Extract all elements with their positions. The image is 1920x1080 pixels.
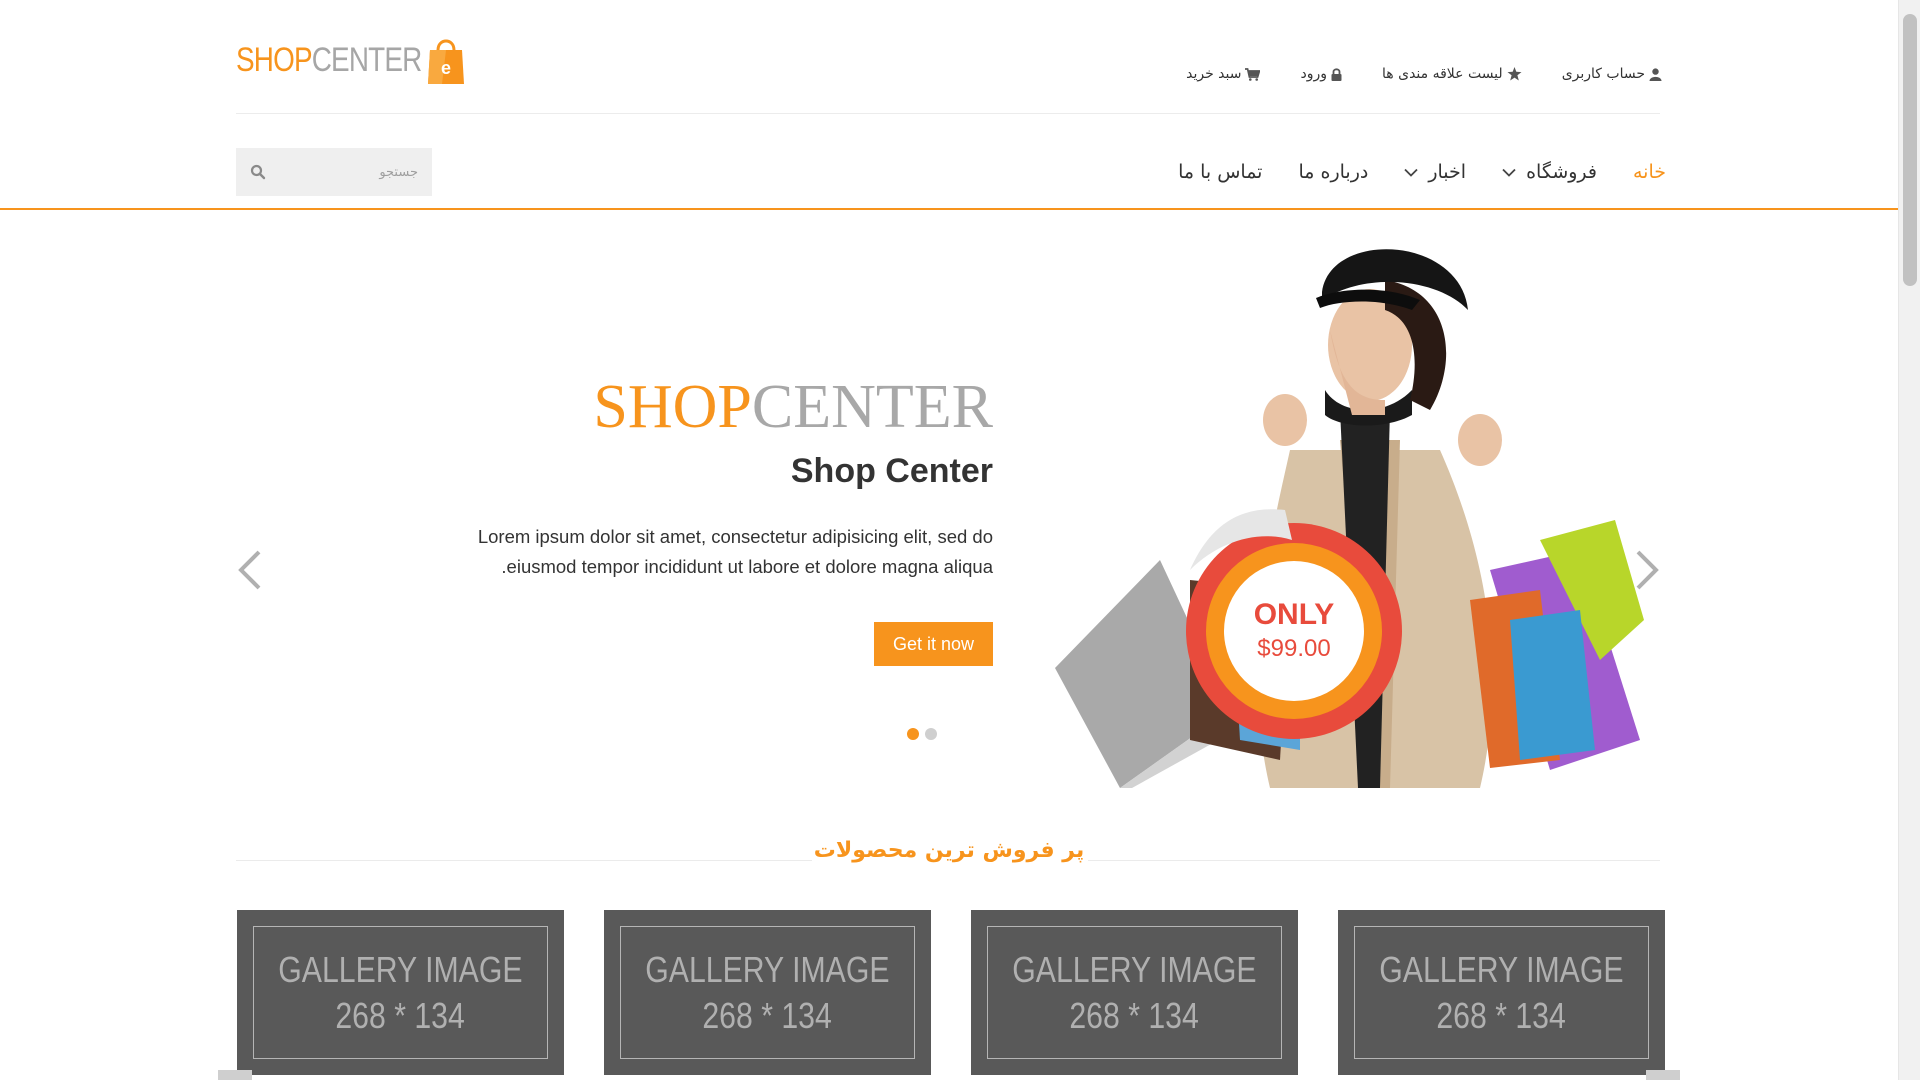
star-icon <box>1507 67 1522 81</box>
nav-label-news: اخبار <box>1428 161 1467 183</box>
login-label: ورود <box>1300 66 1328 82</box>
product-card[interactable]: GALLERY IMAGE 268 * 134 <box>604 910 931 1075</box>
nav-item-home[interactable]: خانه <box>1633 161 1666 183</box>
site-logo[interactable]: SHOPCENTER e <box>236 34 464 86</box>
nav-divider <box>0 208 1898 210</box>
gallery-image-placeholder: GALLERY IMAGE 268 * 134 <box>987 926 1282 1059</box>
logo-shop-text: SHOP <box>236 40 313 79</box>
gallery-placeholder-size: 268 * 134 <box>1069 994 1200 1036</box>
gallery-placeholder-size: 268 * 134 <box>702 994 833 1036</box>
best-sellers-gallery: GALLERY IMAGE 268 * 134 GALLERY IMAGE 26… <box>237 910 1665 1075</box>
wishlist-link[interactable]: لیست علاقه مندی ها <box>1382 66 1522 82</box>
section-rule-left <box>236 860 812 861</box>
logo-badge-letter: e <box>441 58 451 78</box>
best-sellers-title: پر فروش ترین محصولات <box>813 838 1085 863</box>
account-link[interactable]: حساب کاربری <box>1562 66 1662 82</box>
user-icon <box>1649 67 1662 81</box>
nav-item-about[interactable]: درباره ما <box>1298 161 1368 183</box>
slide-heading: Shop Center <box>790 452 993 490</box>
cart-link[interactable]: سبد خرید <box>1186 66 1261 82</box>
carousel-prev-tab[interactable] <box>218 1070 252 1080</box>
gallery-placeholder-label: GALLERY IMAGE <box>1012 948 1257 990</box>
slide-title-part1: SHOP <box>593 373 752 441</box>
lock-icon <box>1331 67 1342 81</box>
hero-image: ONLY $99.00 <box>1055 249 1644 788</box>
chevron-down-icon <box>1404 168 1418 177</box>
badge-only-text: ONLY <box>1254 598 1335 631</box>
slide-text: Lorem ipsum dolor sit amet, consectetur … <box>477 526 993 577</box>
nav-label-home: خانه <box>1632 161 1666 183</box>
cart-icon <box>1245 67 1261 81</box>
gallery-image-placeholder: GALLERY IMAGE 268 * 134 <box>253 926 548 1059</box>
slide-title-part2: CENTER <box>751 373 993 441</box>
account-label: حساب کاربری <box>1561 66 1645 82</box>
nav-label-shop: فروشگاه <box>1526 161 1597 183</box>
section-rule-right <box>1088 860 1660 861</box>
nav-item-shop[interactable]: فروشگاه <box>1502 161 1597 183</box>
search-icon[interactable] <box>250 164 266 180</box>
search-input[interactable] <box>282 148 432 196</box>
slider-dots <box>907 728 937 740</box>
product-card[interactable]: GALLERY IMAGE 268 * 134 <box>237 910 564 1075</box>
nav-label-contact: تماس با ما <box>1178 161 1263 183</box>
product-card[interactable]: GALLERY IMAGE 268 * 134 <box>971 910 1298 1075</box>
badge-price-text: $99.00 <box>1257 635 1330 662</box>
slider-dot-1[interactable] <box>907 728 919 740</box>
user-menu: حساب کاربری لیست علاقه مندی ها ورود سبد … <box>1186 62 1662 86</box>
carousel-next-tab[interactable] <box>1646 1070 1680 1080</box>
logo-wordmark: SHOPCENTER <box>236 40 423 80</box>
chevron-down-icon <box>1502 168 1516 177</box>
gallery-placeholder-label: GALLERY IMAGE <box>645 948 890 990</box>
gallery-placeholder-size: 268 * 134 <box>335 994 466 1036</box>
slider-dot-2[interactable] <box>925 728 937 740</box>
nav-item-contact[interactable]: تماس با ما <box>1178 161 1262 183</box>
get-it-now-button[interactable]: Get it now <box>874 622 993 666</box>
scrollbar-thumb[interactable] <box>1903 14 1917 286</box>
gallery-placeholder-label: GALLERY IMAGE <box>1379 948 1624 990</box>
nav-item-news[interactable]: اخبار <box>1404 161 1466 183</box>
page-scrollbar[interactable] <box>1898 0 1920 1080</box>
search-box <box>236 148 432 196</box>
main-nav: خانه فروشگاه اخبار درباره ما تماس با ما <box>1178 156 1666 188</box>
chevron-left-icon[interactable] <box>235 548 265 592</box>
logo-center-text: CENTER <box>311 40 423 79</box>
gallery-image-placeholder: GALLERY IMAGE 268 * 134 <box>620 926 915 1059</box>
login-link[interactable]: ورود <box>1300 66 1342 82</box>
wishlist-label: لیست علاقه مندی ها <box>1382 66 1503 82</box>
gallery-placeholder-label: GALLERY IMAGE <box>278 948 523 990</box>
header-divider <box>236 113 1660 114</box>
product-card[interactable]: GALLERY IMAGE 268 * 134 <box>1338 910 1665 1075</box>
gallery-image-placeholder: GALLERY IMAGE 268 * 134 <box>1354 926 1649 1059</box>
nav-label-about: درباره ما <box>1298 161 1369 183</box>
slide-title: SHOPCENTER <box>593 372 993 442</box>
shopping-bag-logo-icon: e <box>428 39 464 84</box>
gallery-placeholder-size: 268 * 134 <box>1436 994 1567 1036</box>
cart-label: سبد خرید <box>1186 66 1242 82</box>
